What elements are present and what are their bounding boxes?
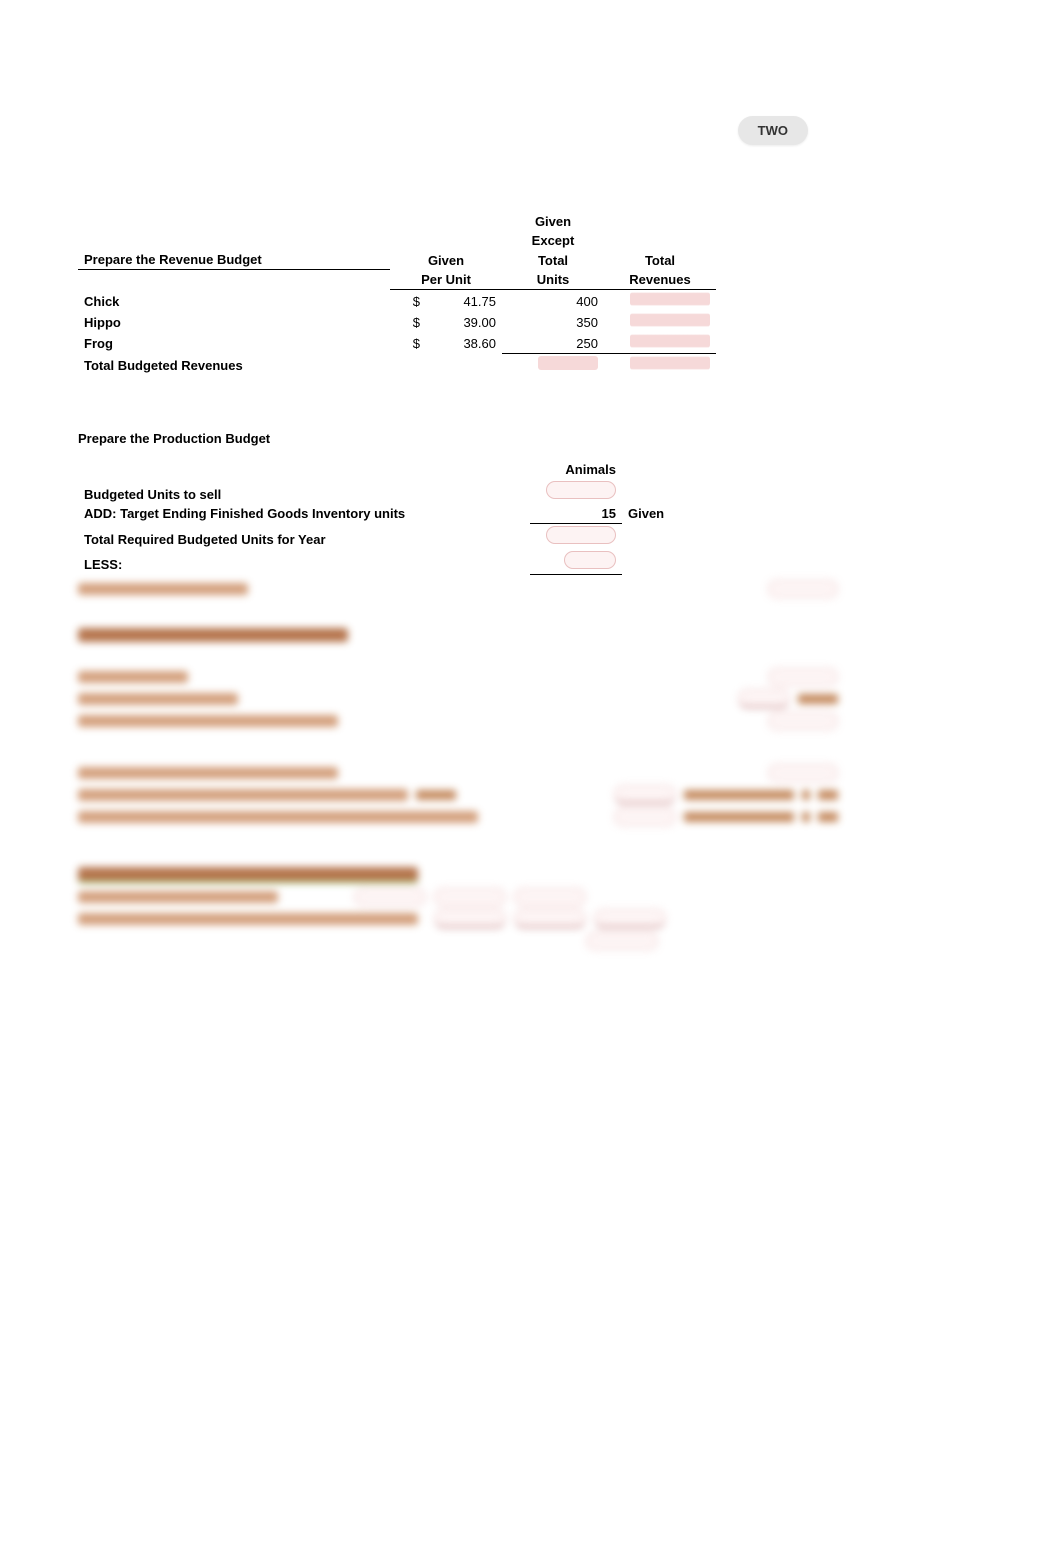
- col-header-given-except-bottom: Except: [502, 231, 604, 250]
- row-per-unit: 41.75: [426, 289, 502, 311]
- row-currency: $: [390, 311, 426, 332]
- table-row: Hippo $ 39.00 350: [78, 311, 716, 332]
- production-budget-table: Animals Budgeted Units to sell ADD: Targ…: [78, 460, 706, 575]
- table-row: Chick $ 41.75 400: [78, 289, 716, 311]
- row-note: Given: [622, 504, 706, 524]
- col-header-total-2: Total: [604, 250, 716, 270]
- row-per-unit: 39.00: [426, 311, 502, 332]
- row-label: Chick: [78, 289, 390, 311]
- row-label: LESS:: [78, 549, 530, 575]
- col-header-total: Total: [502, 250, 604, 270]
- table-row-total: Total Budgeted Revenues: [78, 353, 716, 375]
- col-header-per-unit: Per Unit: [390, 270, 502, 290]
- row-value: [530, 523, 622, 549]
- table-row: LESS:: [78, 549, 706, 575]
- row-value: [530, 549, 622, 575]
- row-per-unit: 38.60: [426, 332, 502, 354]
- table-row: Budgeted Units to sell: [78, 479, 706, 504]
- table-row: Frog $ 38.60 250: [78, 332, 716, 354]
- row-units: 350: [502, 311, 604, 332]
- row-label: Total Required Budgeted Units for Year: [78, 523, 530, 549]
- page-badge: TWO: [738, 116, 808, 145]
- total-units: [502, 353, 604, 375]
- page-badge-label: TWO: [758, 123, 788, 138]
- col-header-units: Units: [502, 270, 604, 290]
- table-row: ADD: Target Ending Finished Goods Invent…: [78, 504, 706, 524]
- col-header-given: Given: [390, 250, 502, 270]
- total-label: Total Budgeted Revenues: [78, 353, 390, 375]
- col-header-given-except-top: Given: [502, 212, 604, 231]
- col-header-revenues: Revenues: [604, 270, 716, 290]
- row-units: 250: [502, 332, 604, 354]
- total-revenue: [604, 353, 716, 375]
- row-value: [530, 479, 622, 504]
- blurred-region: [78, 581, 838, 949]
- row-label: ADD: Target Ending Finished Goods Invent…: [78, 504, 530, 524]
- row-currency: $: [390, 332, 426, 354]
- row-label: Budgeted Units to sell: [78, 479, 530, 504]
- table-row: Total Required Budgeted Units for Year: [78, 523, 706, 549]
- row-revenue: [604, 311, 716, 332]
- revenue-budget-table: Given Except Prepare the Revenue Budget …: [78, 212, 716, 375]
- row-currency: $: [390, 289, 426, 311]
- production-budget-header: Prepare the Production Budget: [78, 431, 838, 446]
- row-label: Frog: [78, 332, 390, 354]
- animals-header: Animals: [530, 460, 622, 479]
- row-label: Hippo: [78, 311, 390, 332]
- revenue-budget-header: Prepare the Revenue Budget: [78, 250, 390, 270]
- row-revenue: [604, 289, 716, 311]
- row-value: 15: [530, 504, 622, 524]
- row-revenue: [604, 332, 716, 354]
- row-units: 400: [502, 289, 604, 311]
